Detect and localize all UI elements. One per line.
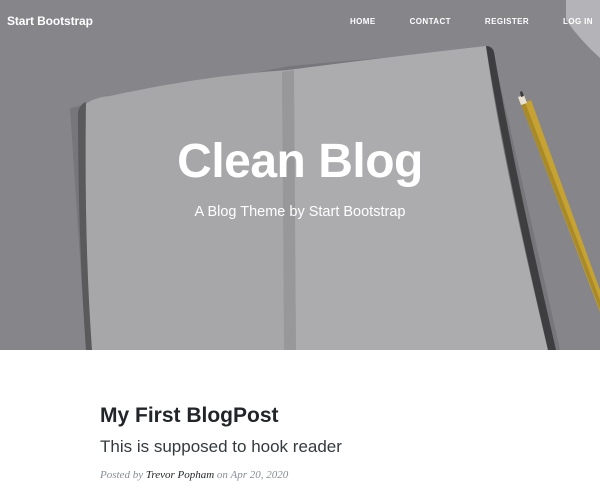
post-meta-on: on [216, 468, 228, 481]
nav-register-link[interactable]: Register [485, 17, 529, 26]
post-preview: My First BlogPost This is supposed to ho… [100, 403, 520, 481]
site-title: Clean Blog [177, 135, 423, 188]
post-subtitle: This is supposed to hook reader [100, 437, 342, 457]
brand-link[interactable]: Start Bootstrap [7, 14, 93, 28]
masthead: Start Bootstrap Home Contact Register Lo… [0, 0, 600, 350]
site-heading: Clean Blog A Blog Theme by Start Bootstr… [0, 138, 600, 221]
navbar: Start Bootstrap Home Contact Register Lo… [0, 0, 600, 42]
post-title-link[interactable]: My First BlogPost [100, 403, 520, 428]
post-author-link[interactable]: Trevor Popham [146, 469, 214, 481]
post-meta: Posted by Trevor Popham on Apr 20, 2020 [100, 469, 520, 481]
nav-links: Home Contact Register Log in [350, 17, 593, 26]
nav-contact-link[interactable]: Contact [410, 17, 451, 26]
site-subtitle: A Blog Theme by Start Bootstrap [194, 204, 406, 220]
nav-login-link[interactable]: Log in [563, 17, 593, 26]
nav-home-link[interactable]: Home [350, 17, 376, 26]
post-meta-prefix: Posted by [100, 468, 144, 481]
post-date: Apr 20, 2020 [230, 468, 289, 481]
